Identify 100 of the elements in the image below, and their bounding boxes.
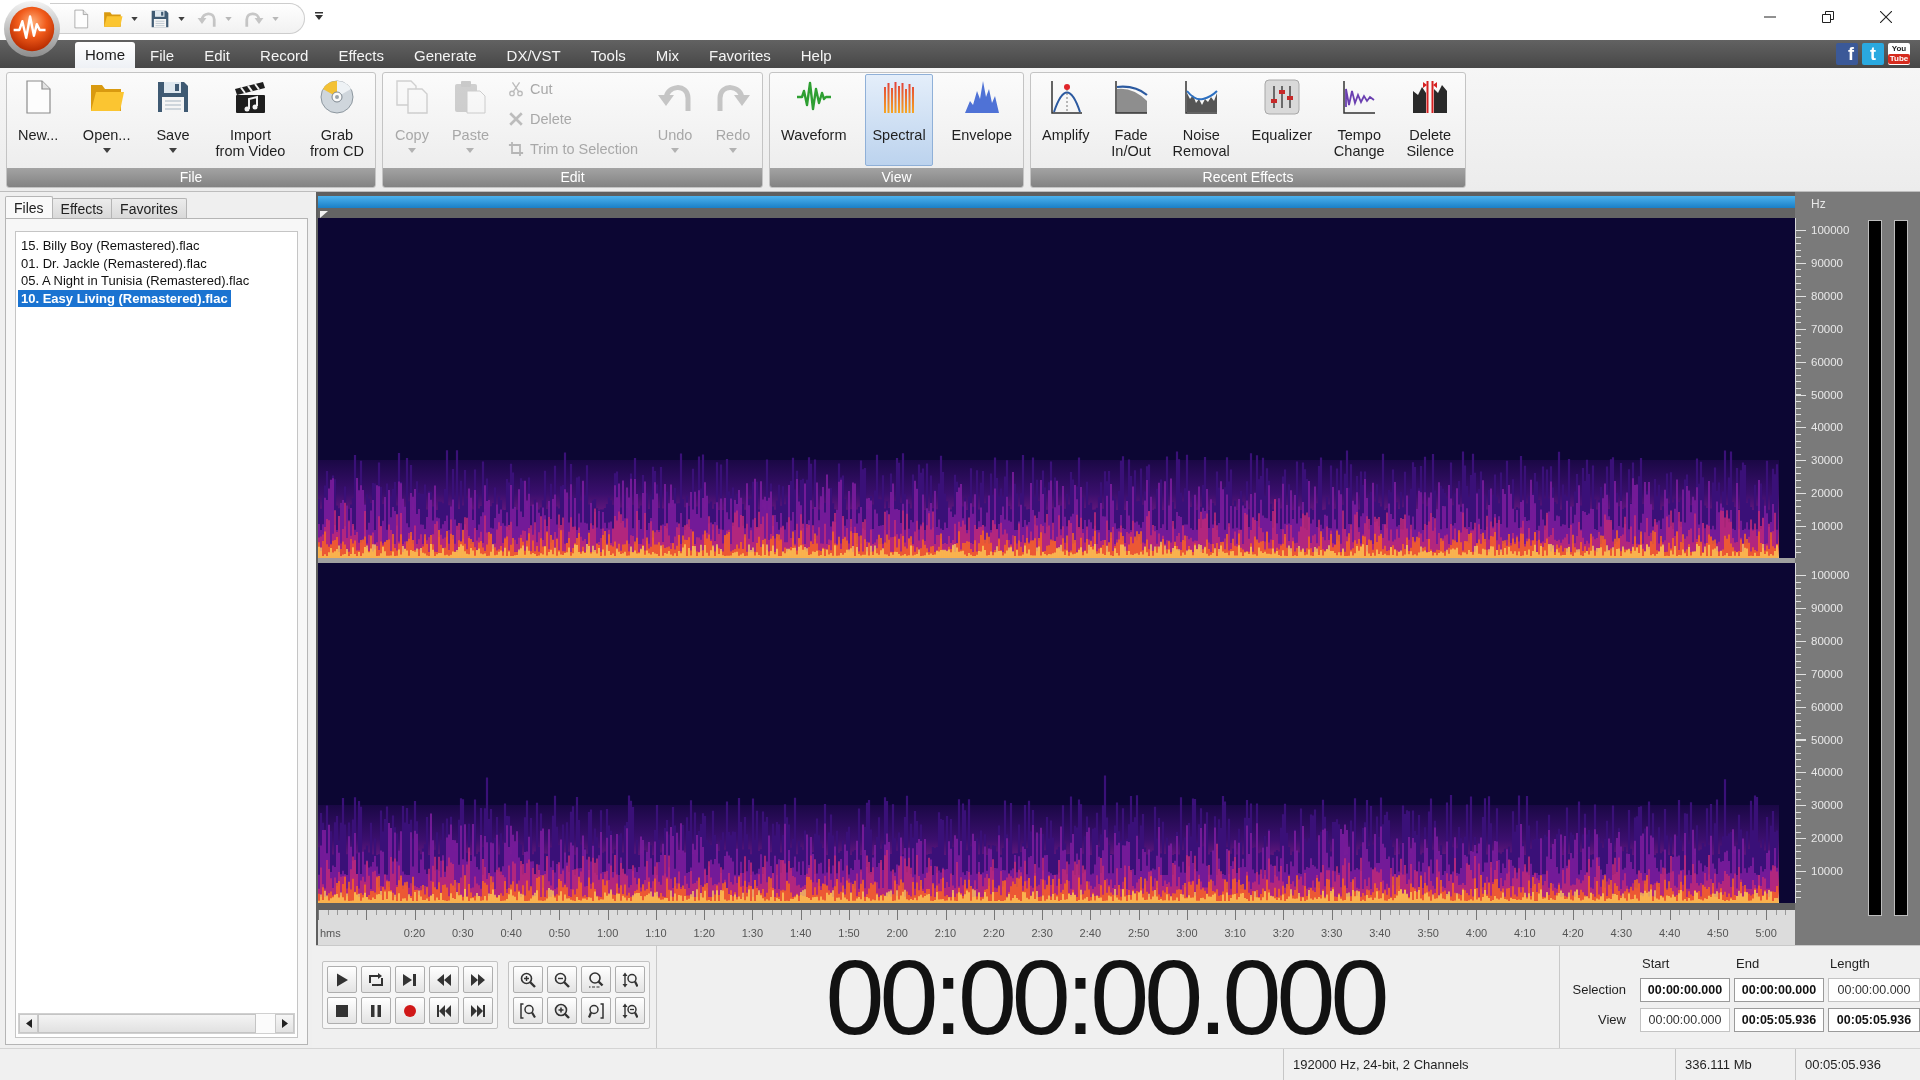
- time-field[interactable]: 00:00:00.000: [1640, 978, 1730, 1002]
- social-link[interactable]: f: [1836, 43, 1858, 65]
- panel-tab[interactable]: Effects: [51, 198, 113, 218]
- social-link[interactable]: You Tube: [1888, 43, 1910, 65]
- frequency-label: 20000: [1811, 486, 1843, 501]
- skip-to-end-button[interactable]: [463, 997, 493, 1024]
- zoom-out-button[interactable]: [547, 966, 577, 993]
- time-label: 4:40: [1658, 927, 1681, 939]
- customize-toolbar-button[interactable]: [315, 12, 323, 20]
- vertical-zoom-in-button[interactable]: [615, 966, 645, 993]
- time-label: 4:20: [1562, 927, 1584, 939]
- file-item[interactable]: 01. Dr. Jackle (Remastered).flac: [18, 254, 210, 272]
- noise-removal-button[interactable]: Noise Removal: [1165, 74, 1237, 166]
- import-video-button[interactable]: Import from Video: [208, 74, 293, 166]
- overview-scrollbar[interactable]: [318, 196, 1795, 208]
- skip-to-start-button[interactable]: [429, 997, 459, 1024]
- group-label: Recent Effects: [1031, 168, 1465, 187]
- time-field[interactable]: 00:00:00.000: [1734, 978, 1824, 1002]
- menu-tab[interactable]: Effects: [323, 44, 399, 68]
- fast-forward-button[interactable]: [463, 966, 493, 993]
- pause-button[interactable]: [361, 997, 391, 1024]
- file-item[interactable]: 15. Billy Boy (Remastered).flac: [18, 237, 203, 255]
- time-label: 3:20: [1272, 927, 1295, 939]
- caret-icon: [225, 16, 232, 21]
- menu-tab[interactable]: Help: [785, 44, 847, 68]
- new-file-button[interactable]: New...: [11, 74, 66, 166]
- stop-button[interactable]: [327, 997, 357, 1024]
- envelope-view-button[interactable]: Envelope: [944, 74, 1019, 166]
- column-header: End: [1735, 956, 1761, 972]
- zoom-selection-button[interactable]: [513, 997, 543, 1024]
- caret-icon: [272, 16, 279, 21]
- delete-silence-button[interactable]: Delete Silence: [1399, 74, 1461, 166]
- equalizer-button[interactable]: Equalizer: [1244, 74, 1320, 166]
- tempo-change-button[interactable]: Tempo Change: [1326, 74, 1392, 166]
- menu-tab[interactable]: Record: [245, 44, 324, 68]
- page-icon: [71, 8, 91, 29]
- caret-icon: [671, 148, 680, 153]
- time-label: 1:10: [645, 927, 667, 939]
- time-label: 2:10: [934, 927, 957, 939]
- group-label: View: [770, 168, 1023, 187]
- time-field[interactable]: 00:00:00.000: [1828, 978, 1920, 1002]
- caret-icon: [102, 148, 111, 153]
- play-button[interactable]: [327, 966, 357, 993]
- vertical-zoom-out-button[interactable]: [615, 997, 645, 1024]
- frequency-label: 70000: [1811, 666, 1843, 681]
- row-label: View: [1597, 1011, 1627, 1029]
- fade-button[interactable]: Fade In/Out: [1104, 74, 1158, 166]
- menu-tab[interactable]: Home: [75, 42, 135, 68]
- time-label: 0:50: [548, 927, 571, 939]
- spectral-view-button[interactable]: Spectral: [865, 74, 933, 166]
- menu-tab[interactable]: File: [135, 44, 190, 68]
- menu-tab[interactable]: Tools: [575, 44, 641, 68]
- zoom-in-button[interactable]: [513, 966, 543, 993]
- scroll-left-button[interactable]: [19, 1014, 38, 1033]
- menu-tab[interactable]: Favorites: [694, 44, 786, 68]
- file-item[interactable]: 10. Easy Living (Remastered).flac: [18, 289, 231, 307]
- frequency-label: 50000: [1811, 387, 1843, 402]
- amplify-button[interactable]: Amplify: [1035, 74, 1097, 166]
- app-menu-icon[interactable]: [3, 0, 61, 58]
- zoom-reset-button[interactable]: [581, 966, 611, 993]
- scrollbar-thumb[interactable]: [38, 1014, 256, 1033]
- record-button[interactable]: [395, 997, 425, 1024]
- menu-tab[interactable]: Edit: [189, 44, 246, 68]
- frequency-label: 20000: [1811, 831, 1843, 846]
- save-button[interactable]: Save: [148, 74, 198, 166]
- frequency-label: 10000: [1811, 864, 1843, 879]
- status-text: 192000 Hz, 24-bit, 2 Channels: [1293, 1057, 1469, 1072]
- menu-tab[interactable]: DX/VST: [491, 44, 576, 68]
- caret-icon: [466, 148, 475, 153]
- panel-tab[interactable]: Files: [5, 196, 53, 218]
- time-label: 0:40: [500, 927, 522, 939]
- open-button[interactable]: Open...: [75, 74, 138, 166]
- grab-cd-button[interactable]: Grab from CD: [302, 74, 371, 166]
- zoom-fit-button[interactable]: [581, 997, 611, 1024]
- caret-icon: [408, 148, 416, 153]
- file-item[interactable]: 05. A Night in Tunisia (Remastered).flac: [18, 272, 253, 290]
- time-field[interactable]: 00:05:05.936: [1734, 1008, 1824, 1032]
- loop-button[interactable]: [361, 966, 391, 993]
- waveform-view-button[interactable]: Waveform: [774, 74, 854, 166]
- caret-bar-icon: [315, 12, 323, 20]
- panel-tab[interactable]: Favorites: [111, 198, 187, 218]
- time-field[interactable]: 00:00:00.000: [1640, 1008, 1730, 1032]
- rewind-button[interactable]: [429, 966, 459, 993]
- zoom-in-button[interactable]: [547, 997, 577, 1024]
- frequency-label: 60000: [1811, 699, 1843, 714]
- scroll-right-button[interactable]: [275, 1014, 294, 1033]
- menu-tab[interactable]: Generate: [399, 44, 492, 68]
- horizontal-scrollbar[interactable]: [18, 1013, 295, 1034]
- split-blocks-icon: [1412, 79, 1449, 115]
- skip-to-start-icon: [436, 1002, 452, 1019]
- menu-tab[interactable]: Mix: [640, 44, 695, 68]
- frequency-label: 30000: [1811, 453, 1843, 468]
- play-icon: [334, 971, 350, 988]
- time-field[interactable]: 00:05:05.936: [1828, 1008, 1920, 1032]
- time-label: 2:00: [886, 927, 908, 939]
- frequency-label: 90000: [1811, 255, 1843, 270]
- play-to-end-button[interactable]: [395, 966, 425, 993]
- frequency-label: 100000: [1811, 568, 1850, 582]
- time-label: 1:20: [693, 927, 715, 939]
- bracket-magnifier-icon: [520, 1002, 536, 1019]
